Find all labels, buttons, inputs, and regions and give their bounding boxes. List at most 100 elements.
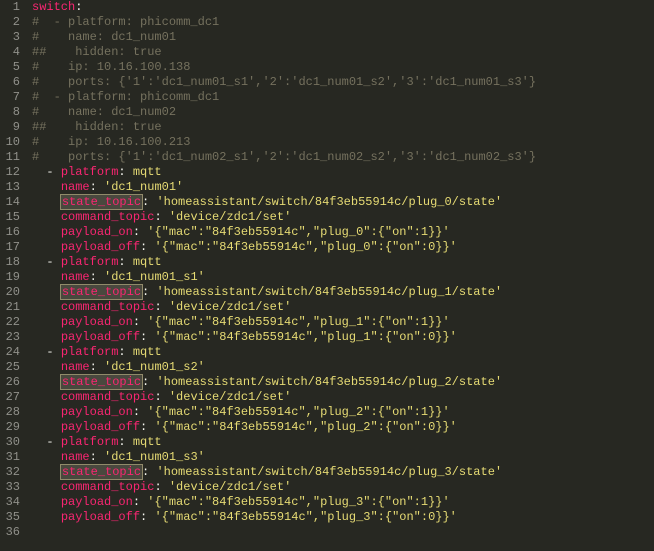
token-key: payload_on [61, 315, 133, 329]
code-line[interactable]: # ports: {'1':'dc1_num02_s1','2':'dc1_nu… [32, 150, 654, 165]
line-number: 18 [0, 255, 20, 270]
token-key: state_topic [61, 195, 142, 209]
token-str: 'homeassistant/switch/84f3eb55914c/plug_… [156, 285, 502, 299]
line-number: 33 [0, 480, 20, 495]
token-cmt: ## hidden: true [32, 120, 162, 134]
token-key: command_topic [61, 480, 155, 494]
code-line[interactable]: name: 'dc1_num01' [32, 180, 654, 195]
token-punct: : [142, 375, 156, 389]
token-key: name [61, 360, 90, 374]
token-key: platform [61, 255, 119, 269]
line-number: 15 [0, 210, 20, 225]
token-str: 'device/zdc1/set' [169, 300, 291, 314]
token-key: command_topic [61, 300, 155, 314]
code-line[interactable]: command_topic: 'device/zdc1/set' [32, 390, 654, 405]
token-punct: - [46, 255, 60, 269]
token-punct: : [90, 450, 104, 464]
code-line[interactable]: name: 'dc1_num01_s2' [32, 360, 654, 375]
token-key: platform [61, 345, 119, 359]
code-line[interactable]: # - platform: phicomm_dc1 [32, 90, 654, 105]
token-punct: : [133, 315, 147, 329]
token-str: 'homeassistant/switch/84f3eb55914c/plug_… [156, 375, 502, 389]
line-number: 30 [0, 435, 20, 450]
code-line[interactable]: payload_off: '{"mac":"84f3eb55914c","plu… [32, 330, 654, 345]
code-line[interactable]: state_topic: 'homeassistant/switch/84f3e… [32, 375, 654, 390]
token-punct: : [154, 480, 168, 494]
code-line[interactable]: state_topic: 'homeassistant/switch/84f3e… [32, 285, 654, 300]
code-line[interactable]: ## hidden: true [32, 45, 654, 60]
code-line[interactable]: # ports: {'1':'dc1_num01_s1','2':'dc1_nu… [32, 75, 654, 90]
token-punct: - [46, 345, 60, 359]
code-line[interactable]: - platform: mqtt [32, 165, 654, 180]
code-line[interactable]: name: 'dc1_num01_s1' [32, 270, 654, 285]
code-line[interactable]: payload_on: '{"mac":"84f3eb55914c","plug… [32, 495, 654, 510]
token-key: platform [61, 435, 119, 449]
token-punct: : [133, 495, 147, 509]
code-line[interactable]: state_topic: 'homeassistant/switch/84f3e… [32, 465, 654, 480]
line-number-gutter: 1234567891011121314151617181920212223242… [0, 0, 28, 551]
token-punct: : [118, 165, 132, 179]
token-str: '{"mac":"84f3eb55914c","plug_1":{"on":0}… [154, 330, 456, 344]
code-line[interactable]: # name: dc1_num02 [32, 105, 654, 120]
token-cmt: # - platform: phicomm_dc1 [32, 15, 219, 29]
code-line[interactable]: payload_on: '{"mac":"84f3eb55914c","plug… [32, 225, 654, 240]
code-line[interactable]: # name: dc1_num01 [32, 30, 654, 45]
token-cmt: # ip: 10.16.100.213 [32, 135, 190, 149]
line-number: 35 [0, 510, 20, 525]
code-line[interactable]: payload_off: '{"mac":"84f3eb55914c","plu… [32, 510, 654, 525]
token-str: 'dc1_num01_s2' [104, 360, 205, 374]
code-line[interactable]: - platform: mqtt [32, 435, 654, 450]
token-punct: : [90, 270, 104, 284]
line-number: 27 [0, 390, 20, 405]
token-punct: : [75, 0, 82, 14]
token-punct: : [142, 195, 156, 209]
code-line[interactable]: - platform: mqtt [32, 345, 654, 360]
line-number: 19 [0, 270, 20, 285]
code-line[interactable]: # - platform: phicomm_dc1 [32, 15, 654, 30]
token-key: name [61, 180, 90, 194]
line-number: 3 [0, 30, 20, 45]
line-number: 14 [0, 195, 20, 210]
token-str: mqtt [133, 435, 162, 449]
line-number: 17 [0, 240, 20, 255]
code-line[interactable]: command_topic: 'device/zdc1/set' [32, 210, 654, 225]
token-str: '{"mac":"84f3eb55914c","plug_0":{"on":0}… [154, 240, 456, 254]
token-punct: : [118, 255, 132, 269]
token-punct: : [118, 435, 132, 449]
code-line[interactable]: switch: [32, 0, 654, 15]
line-number: 6 [0, 75, 20, 90]
code-line[interactable]: payload_off: '{"mac":"84f3eb55914c","plu… [32, 240, 654, 255]
token-str: '{"mac":"84f3eb55914c","plug_1":{"on":1}… [147, 315, 449, 329]
code-line[interactable]: command_topic: 'device/zdc1/set' [32, 300, 654, 315]
token-cmt: # name: dc1_num01 [32, 30, 176, 44]
token-str: '{"mac":"84f3eb55914c","plug_0":{"on":1}… [147, 225, 449, 239]
code-line[interactable]: name: 'dc1_num01_s3' [32, 450, 654, 465]
code-line[interactable]: payload_off: '{"mac":"84f3eb55914c","plu… [32, 420, 654, 435]
token-punct: : [140, 240, 154, 254]
token-key: state_topic [61, 375, 142, 389]
token-punct: : [140, 420, 154, 434]
line-number: 32 [0, 465, 20, 480]
code-line[interactable] [32, 525, 654, 540]
line-number: 22 [0, 315, 20, 330]
code-line[interactable]: - platform: mqtt [32, 255, 654, 270]
code-line[interactable]: payload_on: '{"mac":"84f3eb55914c","plug… [32, 315, 654, 330]
line-number: 23 [0, 330, 20, 345]
line-number: 13 [0, 180, 20, 195]
code-editor-content[interactable]: switch:# - platform: phicomm_dc1# name: … [28, 0, 654, 551]
line-number: 21 [0, 300, 20, 315]
token-key: state_topic [61, 285, 142, 299]
token-str: 'homeassistant/switch/84f3eb55914c/plug_… [156, 195, 502, 209]
code-line[interactable]: command_topic: 'device/zdc1/set' [32, 480, 654, 495]
line-number: 11 [0, 150, 20, 165]
code-line[interactable]: # ip: 10.16.100.138 [32, 60, 654, 75]
token-str: 'dc1_num01' [104, 180, 183, 194]
code-line[interactable]: state_topic: 'homeassistant/switch/84f3e… [32, 195, 654, 210]
line-number: 9 [0, 120, 20, 135]
code-line[interactable]: # ip: 10.16.100.213 [32, 135, 654, 150]
token-key: payload_on [61, 495, 133, 509]
line-number: 5 [0, 60, 20, 75]
code-line[interactable]: payload_on: '{"mac":"84f3eb55914c","plug… [32, 405, 654, 420]
code-line[interactable]: ## hidden: true [32, 120, 654, 135]
line-number: 12 [0, 165, 20, 180]
